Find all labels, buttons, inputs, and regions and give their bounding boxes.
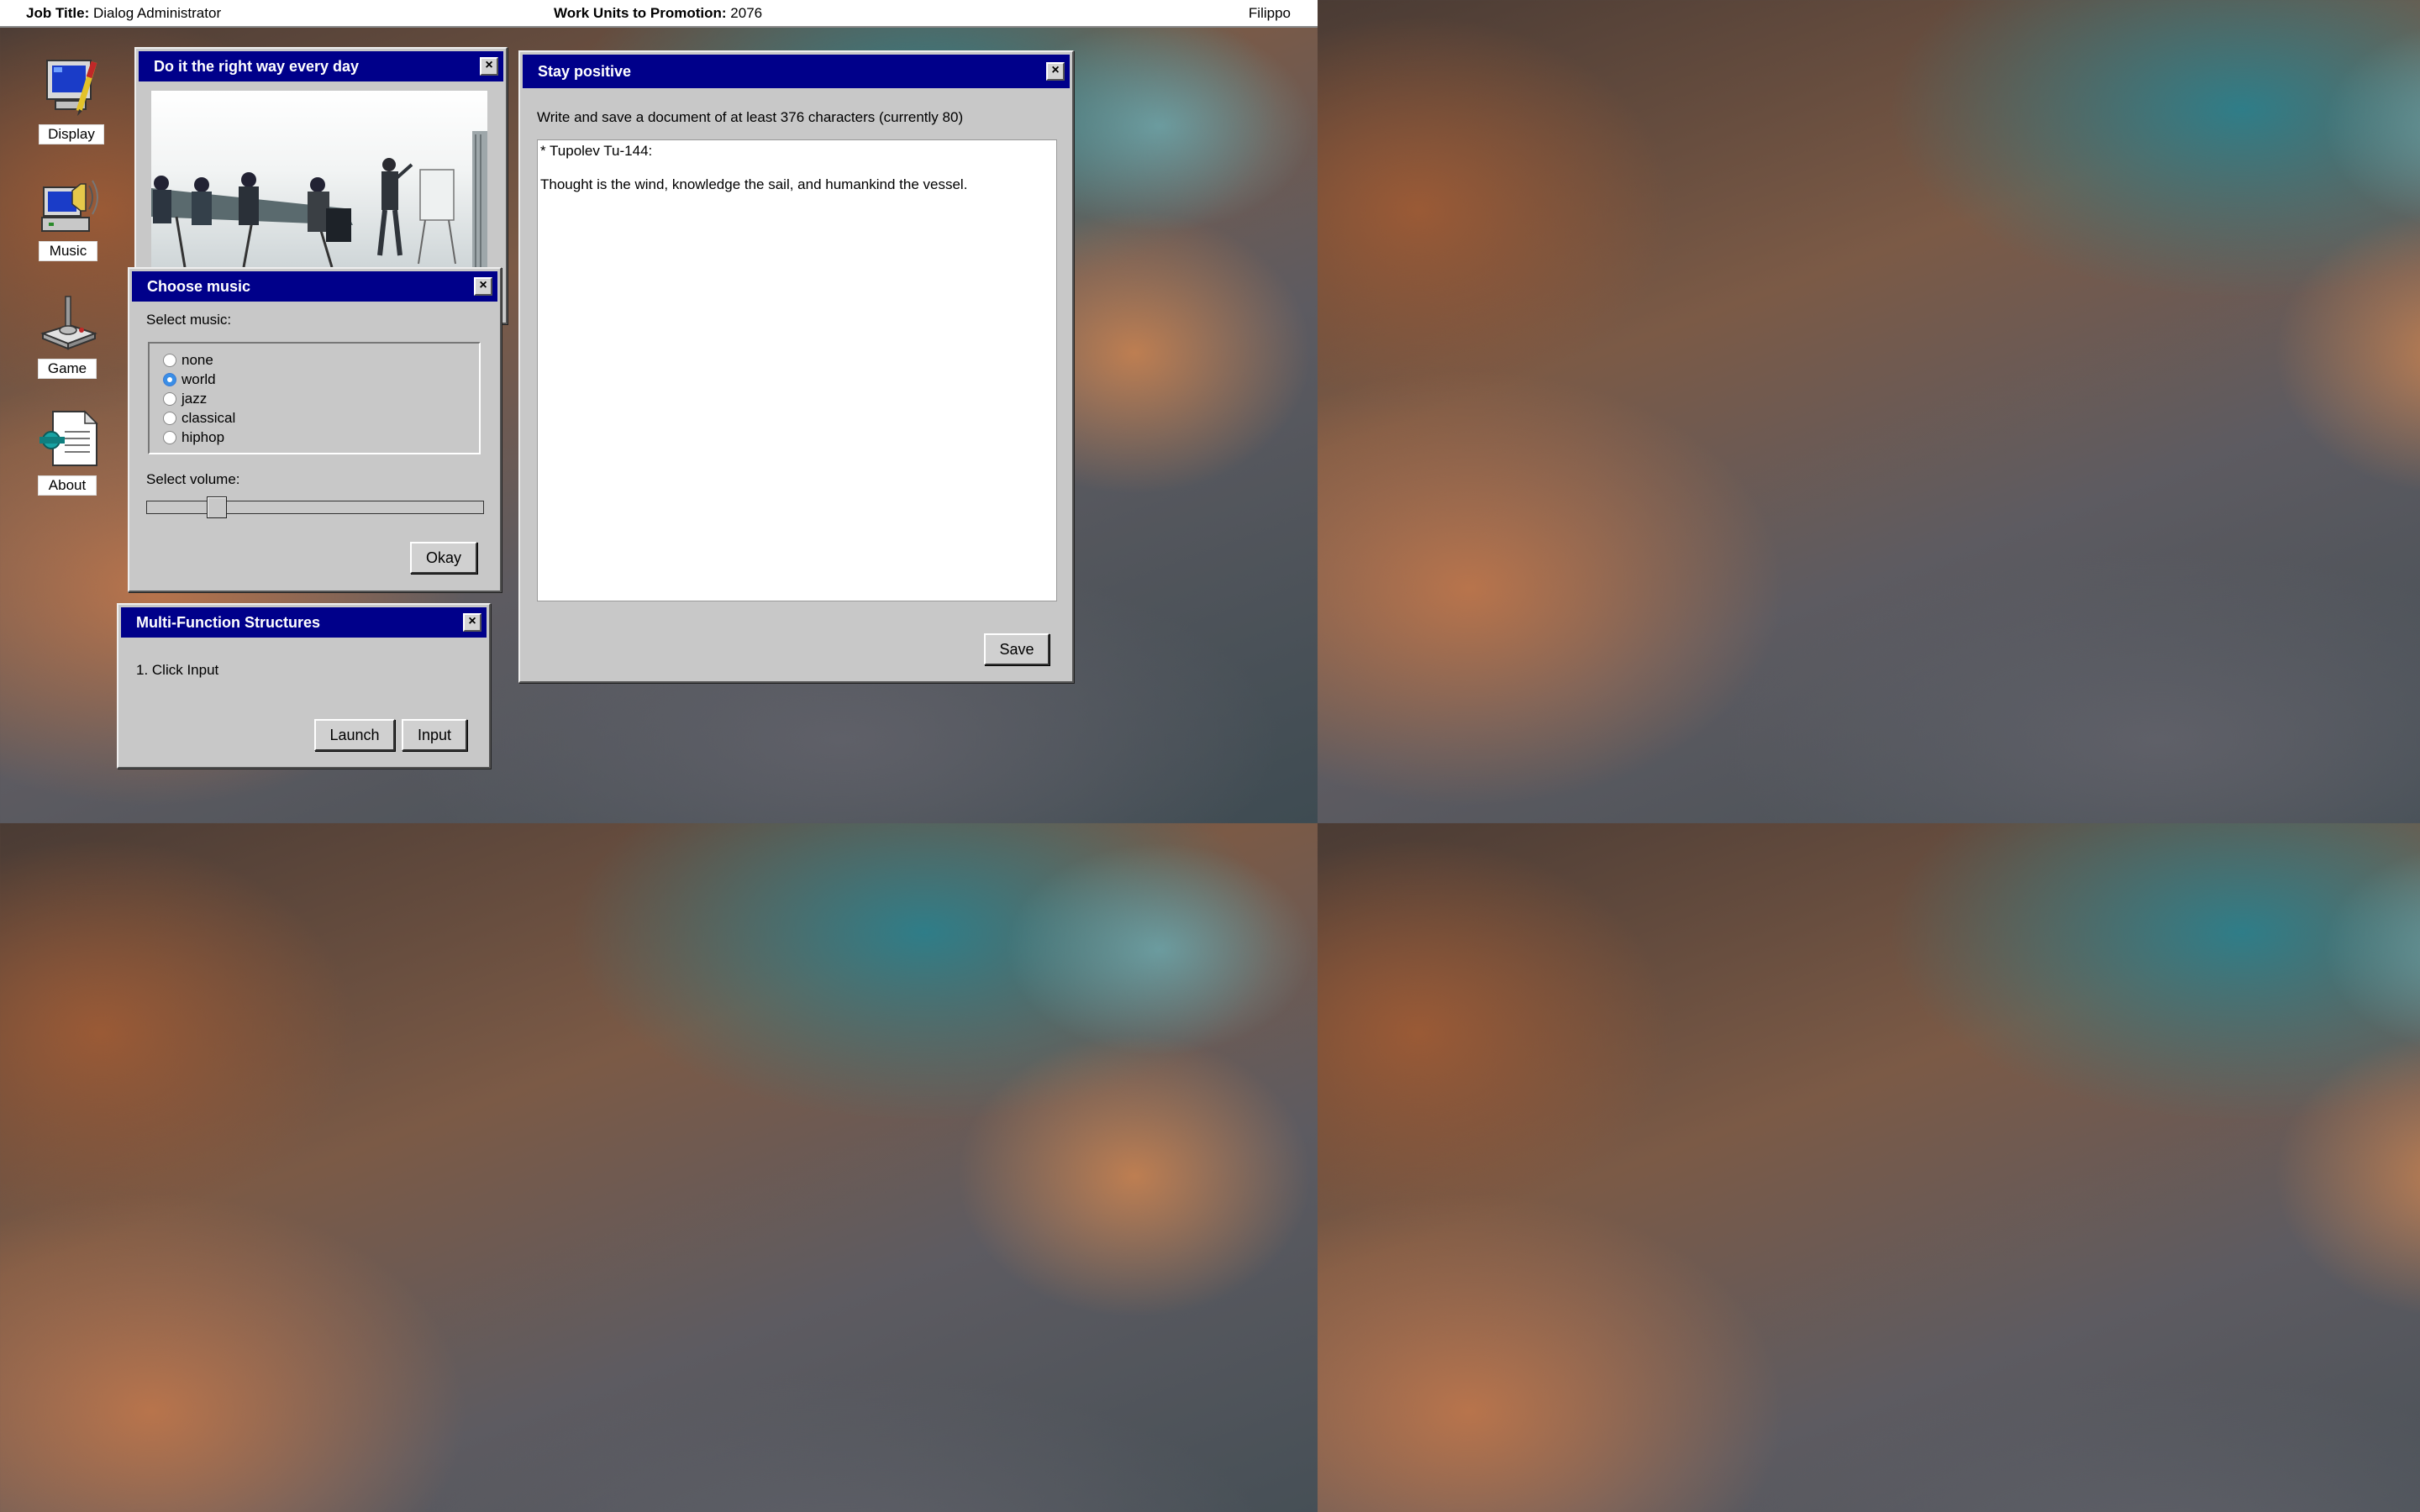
window-title: Stay positive — [538, 63, 632, 80]
close-icon[interactable]: × — [463, 613, 481, 632]
editor-window-titlebar[interactable]: Stay positive × — [523, 55, 1070, 88]
job-title-label: Job Title: — [26, 5, 90, 21]
music-radio-group: none world jazz classical hiphop — [148, 342, 481, 454]
window-title: Multi-Function Structures — [136, 614, 320, 631]
radio-label: hiphop — [182, 429, 225, 445]
close-icon[interactable]: × — [1046, 62, 1065, 81]
desktop-icon-music[interactable]: Music — [34, 174, 102, 261]
radio-label: none — [182, 352, 213, 368]
multi-function-window: Multi-Function Structures × 1. Click Inp… — [117, 603, 491, 769]
radio-option-world[interactable]: world — [163, 370, 216, 389]
display-icon — [42, 57, 101, 116]
close-icon[interactable]: × — [480, 57, 498, 76]
save-button[interactable]: Save — [984, 633, 1050, 665]
promotion-label: Work Units to Promotion: — [554, 5, 727, 21]
radio-label: world — [182, 371, 216, 387]
music-window-titlebar[interactable]: Choose music × — [132, 271, 497, 302]
radio-option-none[interactable]: none — [163, 351, 213, 370]
volume-slider[interactable] — [146, 496, 484, 518]
radio-button[interactable] — [163, 354, 176, 367]
music-window: Choose music × Select music: none world … — [128, 267, 502, 592]
desktop-icon-label: Display — [39, 124, 104, 144]
radio-button[interactable] — [163, 392, 176, 406]
instruction-text: 1. Click Input — [136, 662, 219, 678]
window-title: Choose music — [147, 278, 251, 295]
job-title-value: Dialog Administrator — [92, 5, 222, 21]
editor-window: Stay positive × Write and save a documen… — [518, 50, 1074, 683]
document-icon — [38, 408, 98, 467]
radio-button-selected[interactable] — [163, 373, 176, 386]
photo-window-titlebar[interactable]: Do it the right way every day × — [139, 51, 503, 81]
volume-slider-thumb[interactable] — [207, 496, 227, 518]
joystick-icon — [38, 291, 97, 350]
radio-option-classical[interactable]: classical — [163, 409, 235, 428]
radio-label: jazz — [182, 391, 208, 407]
window-title: Do it the right way every day — [154, 58, 360, 75]
desktop-icon-label: About — [38, 475, 97, 496]
job-title: Job Title: Dialog Administrator — [26, 5, 221, 22]
select-volume-label: Select volume: — [146, 471, 240, 487]
promotion-counter: Work Units to Promotion: 2076 — [554, 5, 762, 22]
promotion-value: 2076 — [730, 5, 763, 21]
document-textarea[interactable]: * Tupolev Tu-144: Thought is the wind, k… — [537, 139, 1057, 601]
radio-button[interactable] — [163, 431, 176, 444]
desktop-icon-game[interactable]: Game — [34, 291, 101, 379]
radio-label: classical — [182, 410, 236, 426]
launch-button[interactable]: Launch — [314, 719, 395, 751]
radio-option-jazz[interactable]: jazz — [163, 390, 207, 408]
close-icon[interactable]: × — [474, 277, 492, 296]
editor-prompt: Write and save a document of at least 37… — [537, 109, 964, 125]
select-music-label: Select music: — [146, 312, 232, 328]
user-name: Filippo — [1248, 5, 1291, 21]
top-status-bar: Job Title: Dialog Administrator Work Uni… — [0, 0, 1318, 28]
desktop-icon-display[interactable]: Display — [38, 57, 105, 144]
multi-window-titlebar[interactable]: Multi-Function Structures × — [121, 607, 487, 638]
radio-button[interactable] — [163, 412, 176, 425]
desktop-icon-label: Music — [39, 241, 97, 261]
desktop-icon-label: Game — [38, 359, 97, 379]
meeting-photo — [151, 91, 487, 267]
radio-option-hiphop[interactable]: hiphop — [163, 428, 224, 447]
desktop-icon-about[interactable]: About — [34, 408, 101, 496]
okay-button[interactable]: Okay — [410, 542, 477, 574]
music-icon — [39, 174, 98, 233]
input-button[interactable]: Input — [402, 719, 467, 751]
